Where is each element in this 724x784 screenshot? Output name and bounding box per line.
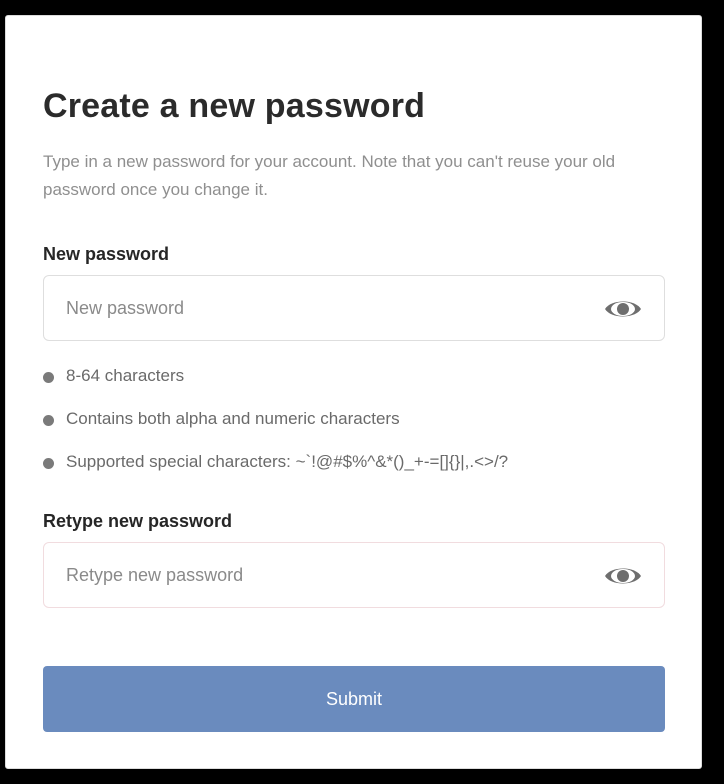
new-password-input[interactable]: [66, 276, 586, 340]
bullet-icon: [43, 458, 54, 469]
requirement-text: Supported special characters: ~`!@#$%^&*…: [66, 452, 509, 471]
retype-password-input[interactable]: [66, 543, 586, 607]
bullet-icon: [43, 372, 54, 383]
retype-password-field: [43, 542, 665, 608]
form-description: Type in a new password for your account.…: [43, 152, 616, 199]
eye-icon[interactable]: [604, 563, 642, 589]
requirement-text: 8-64 characters: [66, 366, 185, 385]
page-title: Create a new password: [43, 87, 426, 125]
bullet-icon: [43, 415, 54, 426]
requirement-text: Contains both alpha and numeric characte…: [66, 409, 400, 428]
password-requirements: 8-64 characters Contains both alpha and …: [43, 362, 508, 491]
eye-icon[interactable]: [604, 296, 642, 322]
retype-password-label: Retype new password: [43, 511, 233, 531]
requirement-item: Contains both alpha and numeric characte…: [43, 405, 508, 448]
page: Create a new password Type in a new pass…: [0, 0, 724, 784]
requirement-item: 8-64 characters: [43, 362, 508, 405]
submit-button[interactable]: Submit: [43, 666, 665, 732]
new-password-field: [43, 275, 665, 341]
password-card: Create a new password Type in a new pass…: [5, 15, 702, 769]
requirement-item: Supported special characters: ~`!@#$%^&*…: [43, 448, 508, 491]
new-password-label: New password: [43, 244, 170, 264]
